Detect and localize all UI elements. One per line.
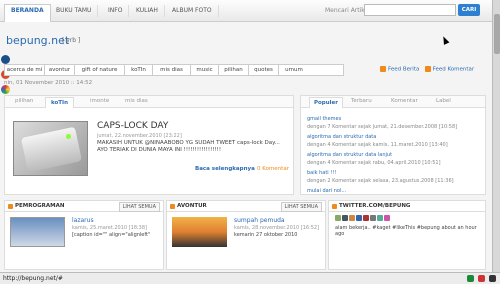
category-item[interactable]: gift of nature <box>75 65 125 75</box>
nav-beranda[interactable]: BERANDA <box>4 4 51 22</box>
side-icons <box>0 52 12 100</box>
post-title[interactable]: sumpah pemuda <box>234 217 285 224</box>
vertical-scrollbar[interactable] <box>492 0 500 272</box>
featured-meta: jumat, 22.november.2010 [23:22] <box>97 133 182 139</box>
category-item[interactable]: mis dias <box>153 65 191 75</box>
view-all-button[interactable]: LIHAT SEMUA <box>118 202 160 212</box>
featured-tabs: pilihan koTIn imonte mis dias <box>5 96 293 108</box>
tweet-text: alam bekerja.. #kaget #likeThis #bepung … <box>335 225 477 237</box>
category-item[interactable]: quotes <box>249 65 279 75</box>
popular-post-meta: dengan 4 Komentar sejak kamis, 11.maret.… <box>307 142 448 148</box>
featured-title[interactable]: CAPS-LOCK DAY <box>97 121 168 131</box>
search-input[interactable] <box>364 4 456 16</box>
feed-posts-link[interactable]: Feed Berita <box>388 67 419 73</box>
tab-populer[interactable]: Populer <box>309 97 343 108</box>
popular-sidebar: Populer Terbaru Komentar Label gmail the… <box>300 95 486 195</box>
resize-icon[interactable] <box>489 275 496 282</box>
site-subtitle: [ yrb ] <box>62 37 81 44</box>
addon-icon[interactable] <box>477 275 485 282</box>
twitter-avatars <box>335 215 500 223</box>
tab-pilihan[interactable]: pilihan <box>15 98 33 104</box>
led-icon <box>66 134 71 139</box>
section-title: TWITTER.COM/BEPUNG <box>339 203 411 209</box>
category-navigation: acerca de mí avontur gift of nature koTI… <box>4 64 344 76</box>
tab-kotin[interactable]: koTIn <box>45 97 75 108</box>
popular-post-meta: dengan 2 Komentar sejak selasa, 23.agust… <box>307 178 454 184</box>
tab-mis-dias[interactable]: mis dias <box>125 98 148 104</box>
nav-buku-tamu[interactable]: BUKU TAMU <box>50 5 99 17</box>
post-meta: kamis, 25.maret.2010 [18:38] <box>72 225 147 231</box>
list-item: algoritma dan struktur data lanjut denga… <box>307 152 441 166</box>
security-icon[interactable] <box>466 275 474 282</box>
status-url: http://bepung.net/# <box>3 275 63 282</box>
category-item[interactable]: acerca de mí <box>5 65 45 75</box>
globe-icon[interactable] <box>1 55 10 64</box>
category-item[interactable]: umum <box>279 65 309 75</box>
twitter-icon <box>332 204 337 209</box>
section-twitter: TWITTER.COM/BEPUNG alam bekerja.. #kaget… <box>328 200 486 270</box>
section-header: PEMROGRAMAN LIHAT SEMUA <box>5 201 163 212</box>
page: BERANDA BUKU TAMU INFO KULIAH ALBUM FOTO… <box>0 0 492 284</box>
search-button[interactable]: CARI <box>458 4 480 16</box>
tab-imonte[interactable]: imonte <box>90 98 109 104</box>
tab-label[interactable]: Label <box>436 98 451 104</box>
popular-post-link[interactable]: gmail themes <box>307 116 457 122</box>
section-header: AVONTUR LIHAT SEMUA <box>167 201 325 212</box>
chrome-icon[interactable] <box>1 85 10 94</box>
view-all-button[interactable]: LIHAT SEMUA <box>280 202 322 212</box>
section-avontur: AVONTUR LIHAT SEMUA sumpah pemuda kamis,… <box>166 200 326 270</box>
post-meta: kamis, 28.november.2010 [16:52] <box>234 225 320 231</box>
section-title: AVONTUR <box>177 203 207 209</box>
featured-panel: pilihan koTIn imonte mis dias CAPS-LOCK … <box>4 95 294 195</box>
category-item[interactable]: koTIn <box>125 65 153 75</box>
popular-post-link[interactable]: algoritma dan struktur data lanjut <box>307 152 441 158</box>
site-title[interactable]: bepung.net <box>6 34 69 47</box>
post-title[interactable]: lazarus <box>72 217 94 224</box>
section-icon <box>8 204 13 209</box>
section-pemrograman: PEMROGRAMAN LIHAT SEMUA lazarus kamis, 2… <box>4 200 164 270</box>
category-item[interactable]: avontur <box>45 65 75 75</box>
mouse-cursor-icon <box>440 35 450 45</box>
section-title: PEMROGRAMAN <box>15 203 65 209</box>
sidebar-tabs: Populer Terbaru Komentar Label <box>301 96 485 108</box>
list-item: baik hati !!! dengan 2 Komentar sejak se… <box>307 170 454 184</box>
popular-post-link[interactable]: baik hati !!! <box>307 170 454 176</box>
scrollbar-thumb[interactable] <box>494 14 500 54</box>
nav-album-foto[interactable]: ALBUM FOTO <box>166 5 219 17</box>
post-thumbnail[interactable] <box>10 217 65 247</box>
featured-body: MAKASIH UNTUK @NINAABOBO YG SUDAH TWEET … <box>97 140 280 153</box>
status-icons <box>465 275 496 284</box>
nav-info[interactable]: INFO <box>102 5 130 17</box>
feed-links: Feed Berita Feed Komentar <box>380 66 474 73</box>
section-header: TWITTER.COM/BEPUNG <box>329 201 485 212</box>
nav-kuliah[interactable]: KULIAH <box>130 5 165 17</box>
tab-terbaru[interactable]: Terbaru <box>351 98 372 104</box>
popular-post-link[interactable]: algoritma dan struktur data <box>307 134 448 140</box>
list-item: mulai dari nol... <box>307 188 346 194</box>
section-icon <box>170 204 175 209</box>
list-item: algoritma dan struktur data dengan 4 Kom… <box>307 134 448 148</box>
caps-lock-key-image <box>20 126 83 173</box>
tab-komentar[interactable]: Komentar <box>391 98 418 104</box>
post-excerpt: kemarin 27 oktober 2010 <box>234 232 298 238</box>
comments-link[interactable]: 0 Komentar <box>257 166 289 172</box>
rss-icon <box>424 66 431 72</box>
read-more-link[interactable]: Baca selengkapnya <box>195 166 255 172</box>
featured-image[interactable] <box>13 121 88 176</box>
current-date: nin, 01 November 2010 :: 14:52 <box>4 80 93 86</box>
rss-icon <box>380 66 386 72</box>
feed-comments-link[interactable]: Feed Komentar <box>433 67 475 73</box>
list-item: gmail themes dengan 7 Komentar sejak jum… <box>307 116 457 130</box>
post-excerpt: [caption id="" align="alignleft" <box>72 232 151 238</box>
popular-post-meta: dengan 4 Komentar sejak rabu, 04.april.2… <box>307 160 441 166</box>
category-item[interactable]: music <box>191 65 219 75</box>
top-navigation: BERANDA BUKU TAMU INFO KULIAH ALBUM FOTO… <box>0 0 492 22</box>
status-bar: http://bepung.net/# <box>0 272 500 284</box>
popular-post-link[interactable]: mulai dari nol... <box>307 188 346 194</box>
popular-post-meta: dengan 7 Komentar sejak jumat, 21.desemb… <box>307 124 458 130</box>
category-item[interactable]: pilihan <box>219 65 249 75</box>
post-thumbnail[interactable] <box>172 217 227 247</box>
